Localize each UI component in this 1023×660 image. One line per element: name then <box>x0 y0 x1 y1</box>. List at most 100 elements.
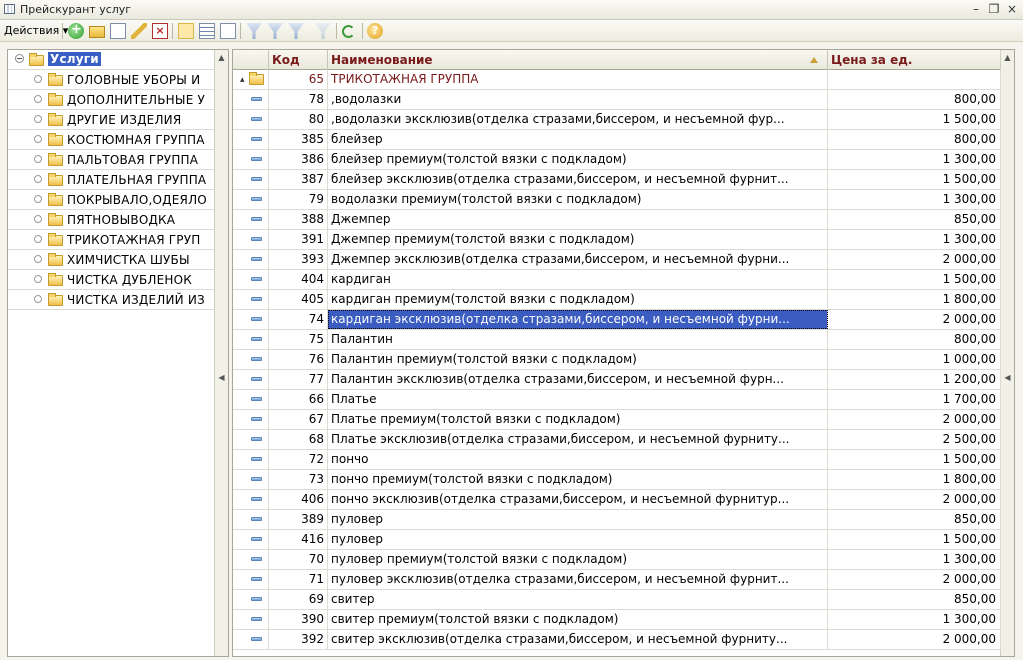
table-scrollbar[interactable]: ▲ ◀ <box>1000 50 1014 656</box>
table-row[interactable]: 75 Палантин 800,00 <box>233 330 1001 350</box>
collapse-icon[interactable] <box>15 54 24 63</box>
folder-icon <box>48 173 63 186</box>
table-row[interactable]: 73 пончо премиум(толстой вязки с подкладо… <box>233 470 1001 490</box>
table-row[interactable]: 68 Платье эксклюзив(отделка стразами,бисс… <box>233 430 1001 450</box>
tree-item[interactable]: ЧИСТКА ИЗДЕЛИЙ ИЗ <box>8 290 214 310</box>
tree-item[interactable]: ПЯТНОВЫВОДКА <box>8 210 214 230</box>
table-row[interactable]: 406 пончо эксклюзив(отделка стразами,бисс… <box>233 490 1001 510</box>
hierarchy-icon[interactable] <box>199 23 215 39</box>
scroll-up-icon[interactable]: ▲ <box>216 52 227 64</box>
bullet-icon <box>34 155 42 163</box>
tree-item[interactable]: ПАЛЬТОВАЯ ГРУППА <box>8 150 214 170</box>
table-row[interactable]: 389 пуловер 850,00 <box>233 510 1001 530</box>
row-icon-cell <box>233 630 269 649</box>
tree-root[interactable]: Услуги <box>8 50 214 70</box>
table-row[interactable]: 71 пуловер эксклюзив(отделка стразами,бис… <box>233 570 1001 590</box>
tree-item[interactable]: КОСТЮМНАЯ ГРУППА <box>8 130 214 150</box>
move-to-group-icon[interactable] <box>220 23 236 39</box>
tree-item[interactable]: ЧИСТКА ДУБЛЕНОК <box>8 270 214 290</box>
copy-icon[interactable] <box>110 23 126 39</box>
filter-icon[interactable] <box>246 23 262 39</box>
table-row[interactable]: 388 Джемпер 850,00 <box>233 210 1001 230</box>
table-row[interactable]: 390 свитер премиум(толстой вязки с подкла… <box>233 610 1001 630</box>
tree-item[interactable]: ТРИКОТАЖНАЯ ГРУП <box>8 230 214 250</box>
group-tree[interactable]: ▲ ◀ Услуги ГОЛОВНЫЕ УБОРЫ И ДОПОЛНИТЕЛЬНЫЕ… <box>7 49 229 657</box>
tree-item[interactable]: ДРУГИЕ ИЗДЕЛИЯ <box>8 110 214 130</box>
code-cell: 406 <box>269 490 328 509</box>
name-cell: пуловер <box>328 530 828 549</box>
sort-ascending-icon <box>810 57 818 63</box>
tree-item-label: ДРУГИЕ ИЗДЕЛИЯ <box>67 113 182 127</box>
tree-item-label: ПЯТНОВЫВОДКА <box>67 213 176 227</box>
tree-item[interactable]: ПОКРЫВАЛО,ОДЕЯЛО <box>8 190 214 210</box>
tree-view-icon[interactable] <box>178 23 194 39</box>
name-cell: свитер <box>328 590 828 609</box>
edit-icon[interactable] <box>131 23 147 39</box>
price-cell: 850,00 <box>828 510 1001 529</box>
row-icon-cell <box>233 550 269 569</box>
table-row[interactable]: 77 Палантин эксклюзив(отделка стразами,би… <box>233 370 1001 390</box>
table-row[interactable]: 416 пуловер 1 500,00 <box>233 530 1001 550</box>
filter-history-icon[interactable] <box>288 23 304 39</box>
add-icon[interactable] <box>68 22 84 39</box>
tree-item[interactable]: ДОПОЛНИТЕЛЬНЫЕ У <box>8 90 214 110</box>
actions-menu[interactable]: Действия ▾ <box>4 24 68 37</box>
minimize-button[interactable]: – <box>968 2 984 17</box>
table-row[interactable]: 385 блейзер 800,00 <box>233 130 1001 150</box>
table-row[interactable]: 387 блейзер эксклюзив(отделка стразами,би… <box>233 170 1001 190</box>
folder-icon <box>29 53 44 66</box>
item-icon <box>251 557 262 561</box>
tree-item-label: ЧИСТКА ИЗДЕЛИЙ ИЗ <box>67 293 205 307</box>
table-row[interactable]: 79 водолазки премиум(толстой вязки с подк… <box>233 190 1001 210</box>
column-header-name[interactable]: Наименование <box>328 50 828 70</box>
price-cell: 800,00 <box>828 130 1001 149</box>
refresh-icon[interactable] <box>342 25 355 38</box>
delete-icon[interactable]: × <box>152 23 168 39</box>
scroll-left-icon[interactable]: ◀ <box>1002 372 1013 384</box>
restore-button[interactable]: ❐ <box>986 2 1002 17</box>
table-group-row[interactable]: ▴ 65 ТРИКОТАЖНАЯ ГРУППА <box>233 70 1001 90</box>
table-row[interactable]: 404 кардиган 1 500,00 <box>233 270 1001 290</box>
code-cell: 73 <box>269 470 328 489</box>
tree-item[interactable]: ГОЛОВНЫЕ УБОРЫ И <box>8 70 214 90</box>
bullet-icon <box>34 235 42 243</box>
price-list-table[interactable]: Код Наименование Цена за ед. ▲ ◀ ▴ 65 ТРИК… <box>232 49 1015 657</box>
table-row[interactable]: 70 пуловер премиум(толстой вязки с подкла… <box>233 550 1001 570</box>
table-row[interactable]: 76 Палантин премиум(толстой вязки с подкл… <box>233 350 1001 370</box>
help-icon[interactable]: ? <box>367 23 383 39</box>
title-bar: Прейскурант услуг – ❐ × <box>0 0 1023 20</box>
scroll-left-icon[interactable]: ◀ <box>216 372 227 384</box>
add-group-icon[interactable] <box>89 26 105 38</box>
tree-item[interactable]: ХИМЧИСТКА ШУБЫ <box>8 250 214 270</box>
item-icon <box>251 457 262 461</box>
row-icon-cell <box>233 230 269 249</box>
table-row[interactable]: 391 Джемпер премиум(толстой вязки с подкл… <box>233 230 1001 250</box>
table-row[interactable]: 74 кардиган эксклюзив(отделка стразами,би… <box>233 310 1001 330</box>
table-row[interactable]: 67 Платье премиум(толстой вязки с подклад… <box>233 410 1001 430</box>
column-header-code[interactable]: Код <box>269 50 328 70</box>
row-icon-cell <box>233 350 269 369</box>
price-cell <box>828 70 1001 89</box>
row-icon-cell <box>233 290 269 309</box>
table-row[interactable]: 78 ,водолазки 800,00 <box>233 90 1001 110</box>
table-row[interactable]: 69 свитер 850,00 <box>233 590 1001 610</box>
clear-filter-icon[interactable] <box>315 23 331 39</box>
table-row[interactable]: 72 пончо 1 500,00 <box>233 450 1001 470</box>
table-row[interactable]: 392 свитер эксклюзив(отделка стразами,бис… <box>233 630 1001 650</box>
name-cell: Платье эксклюзив(отделка стразами,биссер… <box>328 430 828 449</box>
price-cell: 1 200,00 <box>828 370 1001 389</box>
filter-by-value-icon[interactable] <box>267 23 283 39</box>
table-row[interactable]: 405 кардиган премиум(толстой вязки с подк… <box>233 290 1001 310</box>
tree-item[interactable]: ПЛАТЕЛЬНАЯ ГРУППА <box>8 170 214 190</box>
code-cell: 385 <box>269 130 328 149</box>
table-row[interactable]: 66 Платье 1 700,00 <box>233 390 1001 410</box>
table-row[interactable]: 386 блейзер премиум(толстой вязки с подкл… <box>233 150 1001 170</box>
close-button[interactable]: × <box>1004 2 1020 17</box>
column-header-price[interactable]: Цена за ед. <box>828 50 1001 70</box>
table-row[interactable]: 393 Джемпер эксклюзив(отделка стразами,би… <box>233 250 1001 270</box>
row-icon-cell <box>233 110 269 129</box>
table-row[interactable]: 80 ,водолазки эксклюзив(отделка стразами,… <box>233 110 1001 130</box>
tree-scrollbar[interactable]: ▲ ◀ <box>214 50 228 656</box>
code-cell: 78 <box>269 90 328 109</box>
scroll-up-icon[interactable]: ▲ <box>1002 52 1013 64</box>
